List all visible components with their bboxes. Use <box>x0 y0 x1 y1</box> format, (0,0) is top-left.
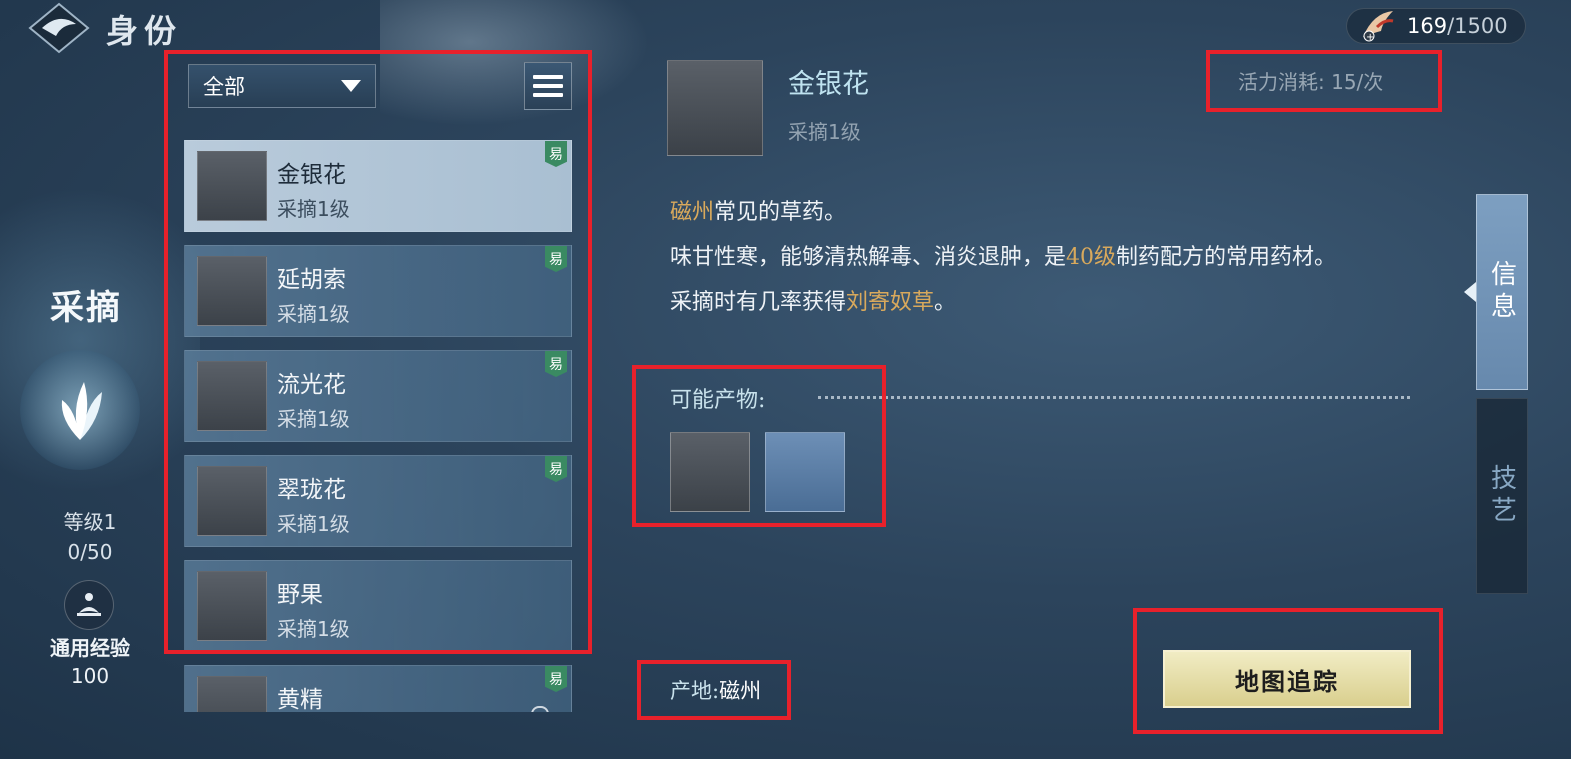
tab-skill[interactable]: 技艺 <box>1476 398 1528 594</box>
desc-level: 40级 <box>1066 245 1117 270</box>
tab-active-arrow-icon <box>1464 282 1476 302</box>
item-level: 采摘1级 <box>277 407 350 431</box>
item-name: 黄精 <box>277 687 323 712</box>
leaf-emblem-icon <box>20 350 140 470</box>
general-exp-value: 100 <box>70 664 110 688</box>
stamina-max: /1500 <box>1447 14 1508 38</box>
item-level: 采摘1级 <box>277 197 350 221</box>
origin-value: 磁州 <box>719 679 762 703</box>
product-slot[interactable] <box>670 432 750 512</box>
item-name: 流光花 <box>277 372 346 398</box>
list-item[interactable]: 翠珑花 采摘1级 易 <box>184 455 572 547</box>
meditate-icon[interactable] <box>64 580 114 630</box>
item-name: 金银花 <box>277 162 346 188</box>
item-name: 翠珑花 <box>277 477 346 503</box>
detail-description: 磁州常见的草药。 味甘性寒，能够清热解毒、消炎退肿，是40级制药配方的常用药材。… <box>670 190 1410 325</box>
desc-line: 磁州常见的草药。 <box>670 190 1410 235</box>
menu-button[interactable] <box>524 62 572 110</box>
difficulty-badge: 易 <box>545 351 567 377</box>
divider <box>818 396 1410 399</box>
filter-dropdown[interactable]: 全部 <box>188 64 376 108</box>
list-item[interactable]: 野果 采摘1级 <box>184 560 572 652</box>
item-thumbnail <box>197 256 267 326</box>
desc-item: 刘寄奴草 <box>846 290 935 315</box>
exp-text: 0/50 <box>67 540 113 564</box>
item-level: 采摘1级 <box>277 617 350 641</box>
stamina-counter[interactable]: + 169 /1500 <box>1346 8 1526 44</box>
item-name: 延胡索 <box>277 267 346 293</box>
list-item[interactable]: 延胡索 采摘1级 易 <box>184 245 572 337</box>
list-item[interactable]: 黄精 易 <box>184 665 572 712</box>
products-label: 可能产物: <box>670 388 766 413</box>
page-title: 身份 <box>106 12 183 50</box>
item-thumbnail <box>197 151 267 221</box>
desc-text: 味甘性寒，能够清热解毒、消炎退肿，是 <box>670 245 1067 270</box>
general-exp-label: 通用经验 <box>50 636 130 660</box>
item-level: 采摘1级 <box>277 302 350 326</box>
difficulty-badge: 易 <box>545 666 567 692</box>
item-thumbnail <box>197 466 267 536</box>
item-name: 野果 <box>277 582 323 608</box>
difficulty-badge: 易 <box>545 456 567 482</box>
tab-info[interactable]: 信息 <box>1476 194 1528 390</box>
item-thumbnail <box>197 361 267 431</box>
difficulty-badge: 易 <box>545 246 567 272</box>
origin-label: 产地: <box>670 679 720 703</box>
level-text: 等级1 <box>63 510 117 534</box>
desc-text: 常见的草药。 <box>714 200 847 225</box>
product-slot[interactable] <box>765 432 845 512</box>
stamina-current: 169 <box>1407 14 1448 38</box>
item-level: 采摘1级 <box>277 512 350 536</box>
desc-text: 。 <box>934 290 957 315</box>
filter-value: 全部 <box>203 75 245 99</box>
desc-line: 味甘性寒，能够清热解毒、消炎退肿，是40级制药配方的常用药材。 <box>670 235 1410 280</box>
stamina-cost: 活力消耗: 15/次 <box>1238 70 1384 94</box>
map-track-button[interactable]: 地图追踪 <box>1163 650 1411 708</box>
difficulty-badge: 易 <box>545 141 567 167</box>
item-thumbnail <box>197 571 267 641</box>
detail-thumbnail <box>667 60 763 156</box>
desc-text: 采摘时有几率获得 <box>670 290 847 315</box>
svg-text:+: + <box>1366 32 1374 43</box>
category-name: 采摘 <box>50 288 122 328</box>
menu-icon <box>533 75 563 79</box>
lock-icon <box>531 706 549 712</box>
item-thumbnail <box>197 676 267 712</box>
detail-level: 采摘1级 <box>788 120 861 144</box>
logo-icon[interactable] <box>28 2 90 54</box>
menu-icon-line <box>533 93 563 97</box>
gather-list[interactable]: 金银花 采摘1级 易 延胡索 采摘1级 易 流光花 采摘1级 易 翠珑花 采摘1… <box>184 140 574 712</box>
detail-name: 金银花 <box>788 69 869 100</box>
dropdown-caret-icon <box>341 80 361 92</box>
desc-place: 磁州 <box>670 200 715 225</box>
crane-icon: + <box>1363 11 1394 43</box>
origin: 产地:磁州 <box>670 675 761 705</box>
desc-line: 采摘时有几率获得刘寄奴草。 <box>670 280 1410 325</box>
menu-icon-line <box>533 84 563 88</box>
list-item[interactable]: 流光花 采摘1级 易 <box>184 350 572 442</box>
list-item[interactable]: 金银花 采摘1级 易 <box>184 140 572 232</box>
desc-text: 制药配方的常用药材。 <box>1116 245 1337 270</box>
